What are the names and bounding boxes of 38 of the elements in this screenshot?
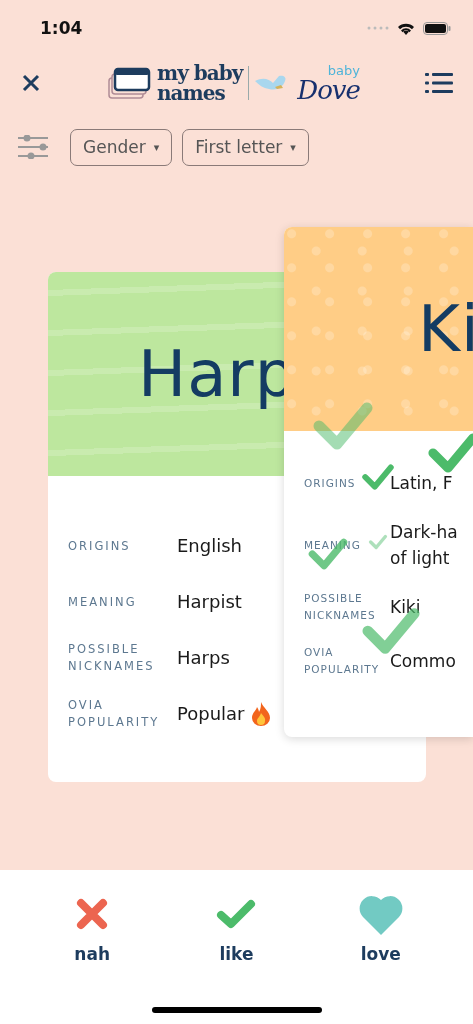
cross-icon — [76, 898, 109, 930]
close-icon — [20, 72, 42, 94]
wifi-icon — [397, 21, 415, 35]
field-value: Popular — [177, 702, 245, 726]
clock-time: 1:04 — [40, 18, 83, 38]
logo-text: baby — [327, 63, 360, 77]
close-button[interactable] — [20, 72, 42, 94]
menu-button[interactable] — [425, 72, 453, 94]
check-icon — [368, 534, 388, 550]
field-label: ORIGINS — [304, 476, 356, 489]
field-label: POSSIBLE NICKNAMES — [68, 642, 155, 673]
swipe-action-button[interactable]: nah — [37, 892, 148, 964]
baby-name: Ki — [418, 292, 473, 366]
field-label: MEANING — [68, 594, 137, 609]
heart-icon — [358, 893, 403, 935]
field-label: POSSIBLE NICKNAMES — [304, 592, 376, 621]
field-value: Kiki — [390, 596, 421, 619]
field-value: Harpist — [177, 590, 242, 614]
field-value: Dark-ha of light — [390, 521, 458, 570]
battery-icon — [423, 21, 451, 35]
logo-text: names — [157, 83, 225, 103]
list-icon — [425, 72, 453, 94]
logo-text: my baby — [157, 63, 243, 83]
field-label: OVIA POPULARITY — [68, 698, 160, 729]
filter-dropdown[interactable]: First letter ▾ — [182, 128, 309, 166]
filter-dropdown[interactable]: Gender ▾ — [70, 128, 173, 166]
check-icon — [216, 899, 257, 929]
field-label: ORIGINS — [68, 538, 131, 553]
swipe-action-button[interactable]: love — [325, 892, 436, 964]
field-value: English — [177, 534, 242, 558]
signal-icon — [367, 26, 389, 30]
field-value: Commo — [390, 650, 456, 673]
field-value: Latin, F — [390, 472, 453, 495]
name-tag-icon — [107, 66, 152, 100]
field-label: OVIA POPULARITY — [304, 646, 380, 675]
field-value: Harps — [177, 646, 230, 670]
check-icon — [313, 400, 373, 452]
swipe-action-button[interactable]: like — [181, 892, 292, 964]
